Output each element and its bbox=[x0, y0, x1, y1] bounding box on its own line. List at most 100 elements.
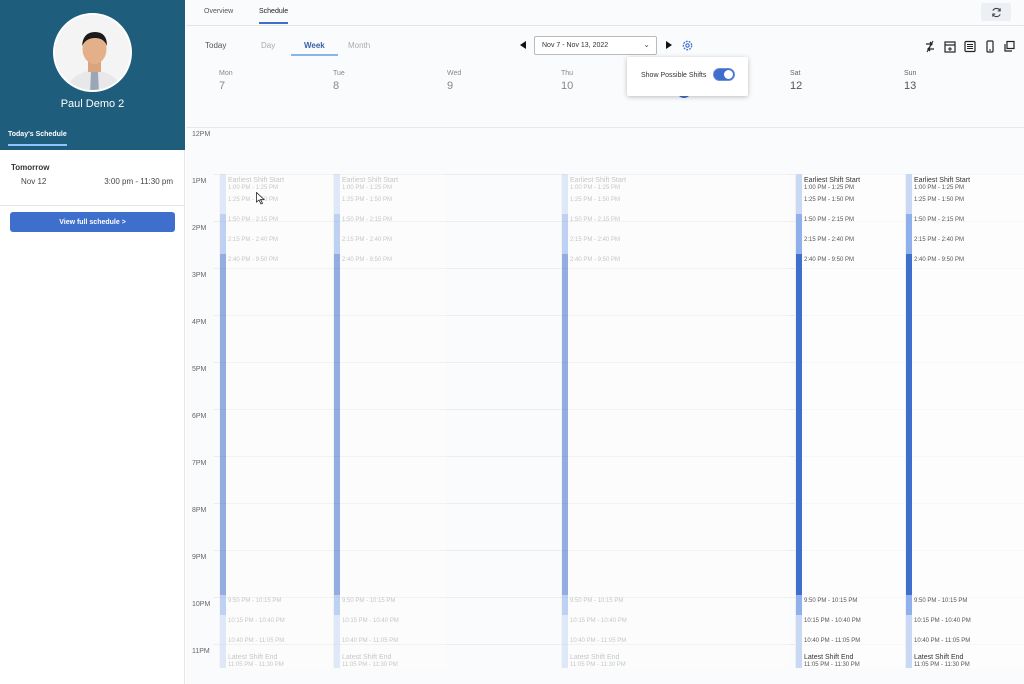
day-column-thu[interactable]: Earliest Shift Start 1:00 PM - 1:25 PM 1:2… bbox=[561, 174, 789, 668]
copy-icon[interactable] bbox=[1003, 40, 1015, 53]
shift-slot-bar[interactable] bbox=[220, 234, 226, 254]
shift-slot-bar[interactable] bbox=[906, 615, 912, 635]
hour-label: 5PM bbox=[192, 366, 207, 373]
shift-slot-time: 1:50 PM - 2:15 PM bbox=[342, 217, 393, 223]
shift-slot-bar[interactable] bbox=[562, 194, 568, 214]
shift-slot-bar[interactable] bbox=[796, 174, 802, 194]
sidebar: Paul Demo 2 Today's Schedule Tomorrow No… bbox=[0, 0, 185, 684]
toggle-knob bbox=[724, 70, 733, 79]
shift-slot-time: 2:40 PM - 9:50 PM bbox=[342, 257, 393, 263]
shift-slot-time: 1:25 PM - 1:50 PM bbox=[342, 197, 393, 203]
hour-label: 12PM bbox=[192, 131, 211, 138]
shift-slot-time: 1:00 PM - 1:25 PM bbox=[914, 185, 965, 191]
shift-bound-title: Latest Shift End bbox=[804, 654, 854, 661]
shift-slot-time: 1:25 PM - 1:50 PM bbox=[228, 197, 279, 203]
next-week-icon[interactable] bbox=[665, 41, 672, 49]
shift-slot-time: 10:15 PM - 10:40 PM bbox=[570, 618, 627, 624]
gear-icon[interactable] bbox=[681, 39, 694, 52]
hour-label: 10PM bbox=[192, 601, 211, 608]
shift-bound-title: Latest Shift End bbox=[342, 654, 392, 661]
shift-slot-bar[interactable] bbox=[796, 651, 802, 668]
possible-shifts-popover: Show Possible Shifts bbox=[627, 57, 748, 96]
hour-label: 11PM bbox=[192, 648, 210, 655]
tab-overview[interactable]: Overview bbox=[204, 8, 233, 22]
shift-slot-bar[interactable] bbox=[562, 595, 568, 615]
shift-slot-time: 2:40 PM - 9:50 PM bbox=[914, 257, 965, 263]
shift-slot-bar[interactable] bbox=[906, 254, 912, 595]
tab-schedule[interactable]: Schedule bbox=[259, 8, 289, 24]
shift-slot-bar[interactable] bbox=[334, 254, 340, 595]
shift-bound-title: Earliest Shift Start bbox=[914, 177, 971, 184]
shift-slot-bar[interactable] bbox=[334, 174, 340, 194]
view-day-tab[interactable]: Day bbox=[261, 41, 275, 50]
shift-slot-time: 11:05 PM - 11:30 PM bbox=[228, 662, 284, 668]
shift-slot-bar[interactable] bbox=[906, 234, 912, 254]
shift-slot-bar[interactable] bbox=[562, 615, 568, 635]
list-icon[interactable] bbox=[964, 40, 976, 53]
shift-slot-bar[interactable] bbox=[220, 595, 226, 615]
day-column-sun[interactable]: Earliest Shift Start 1:00 PM - 1:25 PM 1:2… bbox=[905, 174, 1024, 668]
view-week-tab[interactable]: Week bbox=[291, 41, 338, 56]
shift-slot-time: 1:50 PM - 2:15 PM bbox=[914, 217, 965, 223]
previous-week-icon[interactable] bbox=[520, 41, 527, 49]
profile-name: Paul Demo 2 bbox=[60, 98, 125, 110]
day-column-tue[interactable]: Earliest Shift Start 1:00 PM - 1:25 PM 1:2… bbox=[333, 174, 446, 668]
hour-label: 8PM bbox=[192, 507, 207, 514]
shift-slot-bar[interactable] bbox=[906, 595, 912, 615]
show-possible-shifts-label: Show Possible Shifts bbox=[641, 72, 707, 79]
shift-slot-bar[interactable] bbox=[334, 651, 340, 668]
shift-slot-bar[interactable] bbox=[906, 651, 912, 668]
shift-slot-bar[interactable] bbox=[334, 615, 340, 635]
day-column-mon[interactable]: Earliest Shift Start 1:00 PM - 1:25 PM 1:2… bbox=[219, 174, 332, 668]
shift-slot-bar[interactable] bbox=[796, 254, 802, 595]
shift-slot-time: 9:50 PM - 10:15 PM bbox=[914, 598, 968, 604]
shift-slot-bar[interactable] bbox=[334, 214, 340, 234]
shift-slot-bar[interactable] bbox=[562, 214, 568, 234]
refresh-button[interactable] bbox=[981, 3, 1011, 21]
shift-slot-bar[interactable] bbox=[562, 651, 568, 668]
shift-slot-time: 10:15 PM - 10:40 PM bbox=[342, 618, 399, 624]
shift-slot-time: 1:00 PM - 1:25 PM bbox=[570, 185, 621, 191]
shift-slot-bar[interactable] bbox=[562, 234, 568, 254]
shift-slot-bar[interactable] bbox=[220, 174, 226, 194]
calendar-add-icon[interactable] bbox=[944, 40, 956, 53]
shift-slot-bar[interactable] bbox=[906, 214, 912, 234]
shift-slot-bar[interactable] bbox=[796, 615, 802, 635]
day-column-sat[interactable]: Earliest Shift Start 1:00 PM - 1:25 PM 1:2… bbox=[795, 174, 905, 668]
shift-slot-bar[interactable] bbox=[220, 254, 226, 595]
shift-slot-time: 11:05 PM - 11:30 PM bbox=[570, 662, 626, 668]
shift-bound-title: Earliest Shift Start bbox=[570, 177, 627, 184]
view-month-tab[interactable]: Month bbox=[348, 41, 370, 50]
upcoming-date: Nov 12 bbox=[21, 177, 47, 186]
hour-label: 4PM bbox=[192, 319, 207, 326]
shift-slot-bar[interactable] bbox=[796, 595, 802, 615]
day-header-tue: Tue 8 bbox=[333, 70, 345, 92]
swap-shift-icon[interactable] bbox=[924, 40, 936, 53]
shift-slot-bar[interactable] bbox=[906, 174, 912, 194]
shift-slot-bar[interactable] bbox=[906, 194, 912, 214]
shift-bound-title: Earliest Shift Start bbox=[228, 177, 285, 184]
shift-slot-bar[interactable] bbox=[220, 615, 226, 635]
shift-slot-bar[interactable] bbox=[796, 194, 802, 214]
top-nav: Overview Schedule bbox=[186, 0, 1024, 26]
shift-slot-bar[interactable] bbox=[562, 174, 568, 194]
mobile-icon[interactable] bbox=[984, 40, 996, 53]
shift-slot-bar[interactable] bbox=[334, 234, 340, 254]
shift-slot-bar[interactable] bbox=[220, 651, 226, 668]
shift-slot-time: 11:05 PM - 11:30 PM bbox=[804, 662, 860, 668]
shift-slot-time: 9:50 PM - 10:15 PM bbox=[804, 598, 858, 604]
shift-slot-bar[interactable] bbox=[796, 234, 802, 254]
tab-todays-schedule[interactable]: Today's Schedule bbox=[8, 131, 67, 146]
view-full-schedule-button[interactable]: View full schedule > bbox=[10, 212, 175, 232]
shift-slot-bar[interactable] bbox=[334, 595, 340, 615]
shift-slot-bar[interactable] bbox=[220, 194, 226, 214]
shift-slot-bar[interactable] bbox=[334, 194, 340, 214]
shift-slot-bar[interactable] bbox=[796, 214, 802, 234]
date-range-select[interactable]: Nov 7 - Nov 13, 2022 ⌄ bbox=[534, 36, 657, 55]
show-possible-shifts-toggle[interactable] bbox=[713, 68, 735, 81]
refresh-icon bbox=[991, 7, 1001, 17]
shift-slot-bar[interactable] bbox=[220, 214, 226, 234]
shift-slot-bar[interactable] bbox=[562, 254, 568, 595]
today-button[interactable]: Today bbox=[205, 41, 226, 50]
shift-slot-time: 10:40 PM - 11:05 PM bbox=[228, 638, 285, 644]
